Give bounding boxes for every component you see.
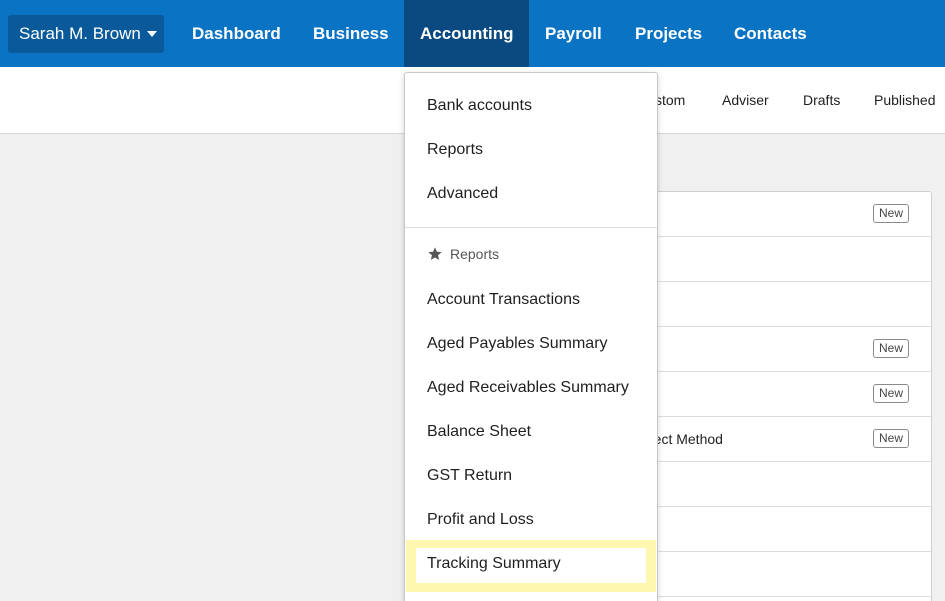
menu-item-aged-payables-summary[interactable]: Aged Payables Summary <box>405 322 657 366</box>
menu-item-reports[interactable]: Reports <box>405 128 657 172</box>
organisation-name: Sarah M. Brown <box>19 24 141 43</box>
menu-item-account-transactions[interactable]: Account Transactions <box>405 278 657 322</box>
nav-business[interactable]: Business <box>313 0 389 67</box>
report-row[interactable]: New <box>641 372 931 417</box>
nav-dashboard[interactable]: Dashboard <box>192 0 281 67</box>
report-row[interactable] <box>641 282 931 327</box>
report-row[interactable] <box>641 507 931 552</box>
star-icon <box>428 247 442 260</box>
tab-custom[interactable]: stom <box>655 92 685 108</box>
new-badge: New <box>873 204 909 223</box>
top-navigation: Sarah M. Brown Dashboard Business Accoun… <box>0 0 945 67</box>
tab-published[interactable]: Published <box>874 92 936 108</box>
menu-item-gst-return[interactable]: GST Return <box>405 454 657 498</box>
report-row[interactable] <box>641 462 931 507</box>
accounting-dropdown-menu: Bank accounts Reports Advanced Reports A… <box>404 72 658 601</box>
tab-adviser[interactable]: Adviser <box>722 92 769 108</box>
new-badge: New <box>873 384 909 403</box>
menu-item-profit-and-loss[interactable]: Profit and Loss <box>405 498 657 542</box>
organisation-menu-button[interactable]: Sarah M. Brown <box>8 15 164 53</box>
menu-item-aged-receivables-summary[interactable]: Aged Receivables Summary <box>405 366 657 410</box>
section-header-label: Reports <box>450 246 500 262</box>
tab-drafts[interactable]: Drafts <box>803 92 840 108</box>
menu-item-tracking-summary[interactable]: Tracking Summary <box>405 542 657 586</box>
report-row[interactable]: New <box>641 192 931 237</box>
nav-projects[interactable]: Projects <box>635 0 702 67</box>
report-row-label: rect Method <box>649 431 723 447</box>
report-row[interactable]: rect Method New <box>641 417 931 462</box>
new-badge: New <box>873 429 909 448</box>
menu-item-advanced[interactable]: Advanced <box>405 172 657 216</box>
report-row[interactable] <box>641 552 931 597</box>
favourite-reports-header: Reports <box>427 246 499 262</box>
menu-divider <box>405 227 657 228</box>
menu-item-balance-sheet[interactable]: Balance Sheet <box>405 410 657 454</box>
report-row[interactable] <box>641 237 931 282</box>
nav-payroll[interactable]: Payroll <box>545 0 602 67</box>
report-row[interactable]: New <box>641 327 931 372</box>
caret-down-icon <box>146 31 157 37</box>
report-list-panel: New New New rect Method New <box>640 191 932 601</box>
menu-item-bank-accounts[interactable]: Bank accounts <box>405 84 657 128</box>
nav-accounting[interactable]: Accounting <box>404 0 529 67</box>
new-badge: New <box>873 339 909 358</box>
nav-contacts[interactable]: Contacts <box>734 0 807 67</box>
